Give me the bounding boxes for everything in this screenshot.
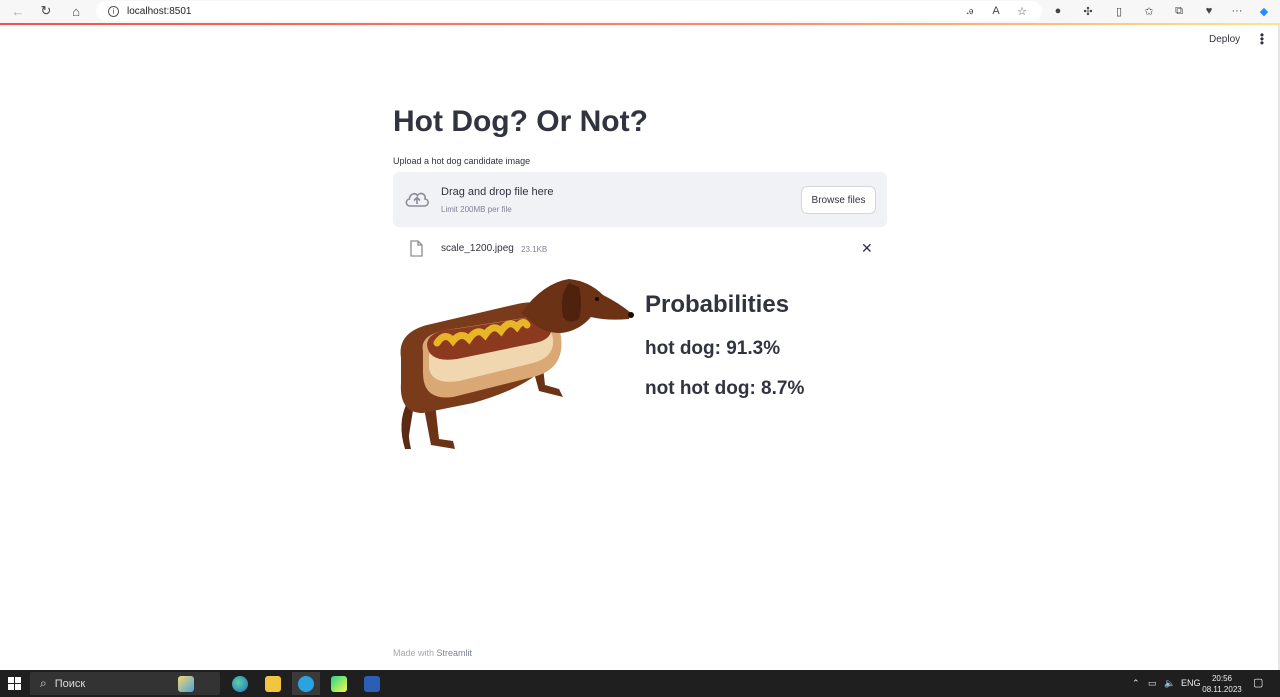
streamlit-link[interactable]: Streamlit bbox=[437, 648, 473, 658]
extension-icon[interactable]: ● bbox=[1050, 3, 1066, 19]
favorites-icon[interactable]: ✩ bbox=[1141, 3, 1157, 19]
address-bar[interactable]: i localhost:8501 bbox=[96, 1, 1042, 21]
taskbar-search-placeholder: Поиск bbox=[54, 677, 86, 690]
volume-icon[interactable]: 🔈 bbox=[1164, 678, 1175, 689]
settings-more-icon[interactable]: ··· bbox=[1229, 3, 1245, 19]
probabilities-heading: Probabilities bbox=[645, 291, 790, 318]
collections-icon[interactable]: ⧉ bbox=[1171, 3, 1187, 19]
hot-dog-probability: hot dog: 91.3% bbox=[645, 338, 781, 359]
file-explorer-icon[interactable] bbox=[259, 672, 287, 695]
uploaded-image bbox=[400, 279, 634, 449]
footer: Made with Streamlit bbox=[393, 648, 472, 658]
search-icon: ⌕ bbox=[40, 676, 47, 690]
back-icon[interactable]: ← bbox=[8, 1, 28, 21]
cloud-upload-icon bbox=[405, 192, 429, 207]
clock-time: 20:56 bbox=[1211, 674, 1233, 683]
favorite-star-icon[interactable]: ☆ bbox=[1014, 3, 1030, 19]
taskbar: ⌕ Поиск ⌃ ▭ 🔈 ENG 20:56 08.11.2023 ▢ bbox=[0, 670, 1280, 697]
copilot-icon[interactable]: ◆ bbox=[1256, 3, 1272, 19]
uploaded-file-row: scale_1200.jpeg 23.1KB ✕ bbox=[393, 238, 887, 260]
windows-start-icon[interactable] bbox=[8, 677, 21, 690]
telegram-icon[interactable] bbox=[292, 672, 320, 695]
url-text: localhost:8501 bbox=[127, 5, 192, 17]
widgets-icon[interactable] bbox=[172, 672, 200, 695]
file-size: 23.1KB bbox=[521, 245, 548, 254]
uploader-label: Upload a hot dog candidate image bbox=[393, 156, 531, 166]
dropzone-title: Drag and drop file here bbox=[441, 186, 554, 198]
deploy-button[interactable]: Deploy bbox=[1209, 34, 1240, 45]
browser-toolbar: ← ↻ ⌂ i localhost:8501 ꭿ A ☆ ● ✣ ▯ ✩ ⧉ ♥… bbox=[0, 0, 1280, 23]
battery-icon[interactable]: ▭ bbox=[1148, 678, 1157, 689]
word-icon[interactable] bbox=[358, 672, 386, 695]
footer-text: Made with bbox=[393, 648, 435, 658]
not-hot-dog-probability: not hot dog: 8.7% bbox=[645, 378, 805, 399]
language-indicator[interactable]: ENG bbox=[1181, 678, 1201, 688]
site-info-icon[interactable]: i bbox=[108, 5, 119, 17]
home-icon[interactable]: ⌂ bbox=[66, 1, 86, 21]
extensions-icon[interactable]: ✣ bbox=[1080, 3, 1096, 19]
file-icon bbox=[410, 240, 423, 257]
main-menu-icon[interactable]: • • • bbox=[1258, 29, 1266, 49]
refresh-icon[interactable]: ↻ bbox=[36, 1, 56, 21]
edge-browser-icon[interactable] bbox=[226, 672, 254, 695]
dropzone-limit: Limit 200MB per file bbox=[441, 205, 512, 214]
read-aloud-icon[interactable]: A bbox=[988, 3, 1004, 19]
loading-bar bbox=[0, 23, 1280, 25]
page-title: Hot Dog? Or Not? bbox=[393, 105, 648, 138]
split-screen-icon[interactable]: ▯ bbox=[1111, 3, 1127, 19]
file-dropzone[interactable]: Drag and drop file here Limit 200MB per … bbox=[393, 172, 887, 227]
browser-essentials-icon[interactable]: ♥ bbox=[1201, 3, 1217, 19]
browse-files-button[interactable]: Browse files bbox=[801, 186, 876, 214]
translate-icon[interactable]: ꭿ bbox=[962, 3, 978, 19]
tray-chevron-icon[interactable]: ⌃ bbox=[1132, 678, 1140, 689]
taskbar-clock[interactable]: 20:56 08.11.2023 bbox=[1200, 673, 1244, 695]
remove-file-icon[interactable]: ✕ bbox=[861, 240, 873, 257]
notifications-icon[interactable]: ▢ bbox=[1253, 676, 1263, 689]
clock-date: 08.11.2023 bbox=[1202, 685, 1242, 694]
file-name: scale_1200.jpeg bbox=[441, 243, 514, 254]
pycharm-icon[interactable] bbox=[325, 672, 353, 695]
